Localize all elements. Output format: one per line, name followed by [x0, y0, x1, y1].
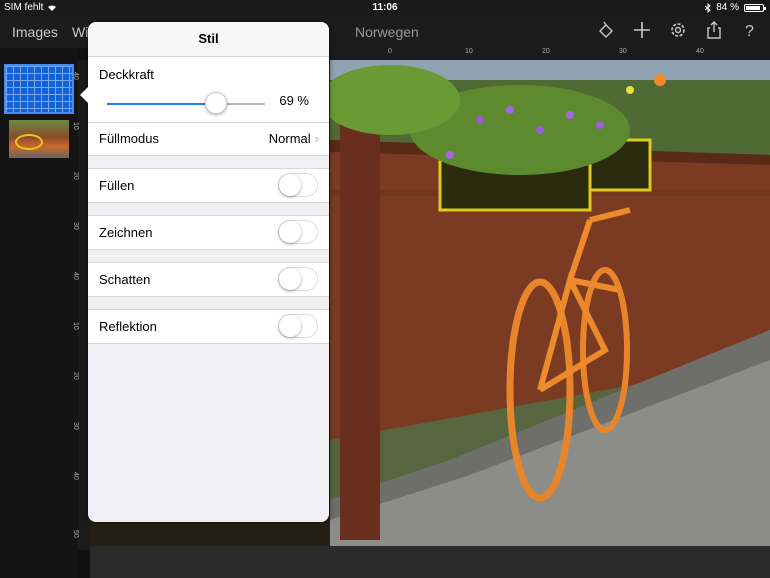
ruler-tick: 0 [388, 48, 392, 55]
ruler-tick: 30 [72, 222, 79, 230]
shadow-toggle-switch[interactable] [278, 267, 318, 291]
chevron-right-icon: › [314, 131, 319, 146]
document-title: Norwegen [355, 24, 419, 40]
ruler-tick: 40 [696, 48, 704, 55]
ruler-tick: 40 [72, 472, 79, 480]
section-gap [88, 156, 329, 169]
ruler-tick: 20 [542, 48, 550, 55]
fill-mode-value-wrap: Normal › [269, 131, 319, 146]
ruler-tick: 20 [72, 172, 79, 180]
clock: 11:06 [372, 2, 398, 13]
section-gap [88, 203, 329, 216]
layer-sidebar [0, 48, 78, 578]
reflection-toggle-switch[interactable] [278, 314, 318, 338]
opacity-value: 69 % [279, 93, 309, 108]
stroke-toggle-switch[interactable] [278, 220, 318, 244]
images-button[interactable]: Images [12, 24, 58, 40]
help-icon[interactable]: ? [740, 20, 760, 40]
stroke-toggle-label: Zeichnen [99, 225, 153, 240]
bluetooth-icon [705, 2, 711, 13]
popover-arrow [80, 86, 89, 104]
popover-title: Stil [88, 22, 329, 57]
ruler-tick: 50 [72, 530, 79, 538]
ruler-tick: 40 [72, 272, 79, 280]
paint-bucket-icon[interactable] [596, 20, 616, 40]
ruler-tick: 10 [72, 122, 79, 130]
ruler-horizontal: 0 10 20 30 40 [330, 46, 770, 60]
bottom-toolbar [90, 546, 770, 578]
secondary-nav-button[interactable]: Wi [72, 24, 88, 40]
ruler-tick: 10 [72, 322, 79, 330]
toggle-row-shadow: Schatten [88, 263, 329, 297]
fill-mode-row[interactable]: Füllmodus Normal › [88, 123, 329, 156]
fill-toggle-switch[interactable] [278, 173, 318, 197]
status-bar: SIM fehlt 11:06 84 % [0, 0, 770, 16]
battery-label: 84 % [716, 2, 739, 13]
canvas-photo[interactable] [330, 60, 770, 546]
toolbar-icons: ? [596, 20, 760, 40]
reflection-toggle-label: Reflektion [99, 319, 157, 334]
ruler-tick: 30 [619, 48, 627, 55]
toggle-row-stroke: Zeichnen [88, 216, 329, 250]
toggle-row-fill: Füllen [88, 169, 329, 203]
ruler-tick: 10 [465, 48, 473, 55]
opacity-slider[interactable] [107, 92, 265, 114]
shadow-toggle-label: Schatten [99, 272, 151, 287]
plus-icon[interactable] [632, 20, 652, 40]
ruler-tick: 20 [72, 372, 79, 380]
fill-toggle-label: Füllen [99, 178, 135, 193]
ruler-tick: 30 [72, 422, 79, 430]
style-popover: Stil Deckkraft 69 % Füllmodus Normal › Fü… [88, 22, 329, 522]
gear-icon[interactable] [668, 20, 688, 40]
fill-mode-value: Normal [268, 131, 311, 146]
ruler-tick: 40 [72, 72, 79, 80]
svg-text:?: ? [745, 23, 754, 40]
opacity-label: Deckkraft [99, 67, 154, 82]
section-gap [88, 297, 329, 310]
fill-mode-label: Füllmodus [99, 131, 159, 146]
opacity-slider-knob[interactable] [205, 92, 228, 114]
section-gap [88, 250, 329, 263]
layer-thumbnail-photo[interactable] [9, 120, 69, 158]
opacity-row: Deckkraft 69 % [88, 57, 329, 123]
layer-thumbnail-grid[interactable] [4, 64, 74, 114]
bicycle-photo [330, 60, 770, 546]
opacity-slider-track [107, 103, 217, 105]
toggle-row-reflection: Reflektion [88, 310, 329, 344]
share-icon[interactable] [704, 20, 724, 40]
battery-icon [744, 3, 766, 12]
status-right: 84 % [705, 2, 766, 13]
